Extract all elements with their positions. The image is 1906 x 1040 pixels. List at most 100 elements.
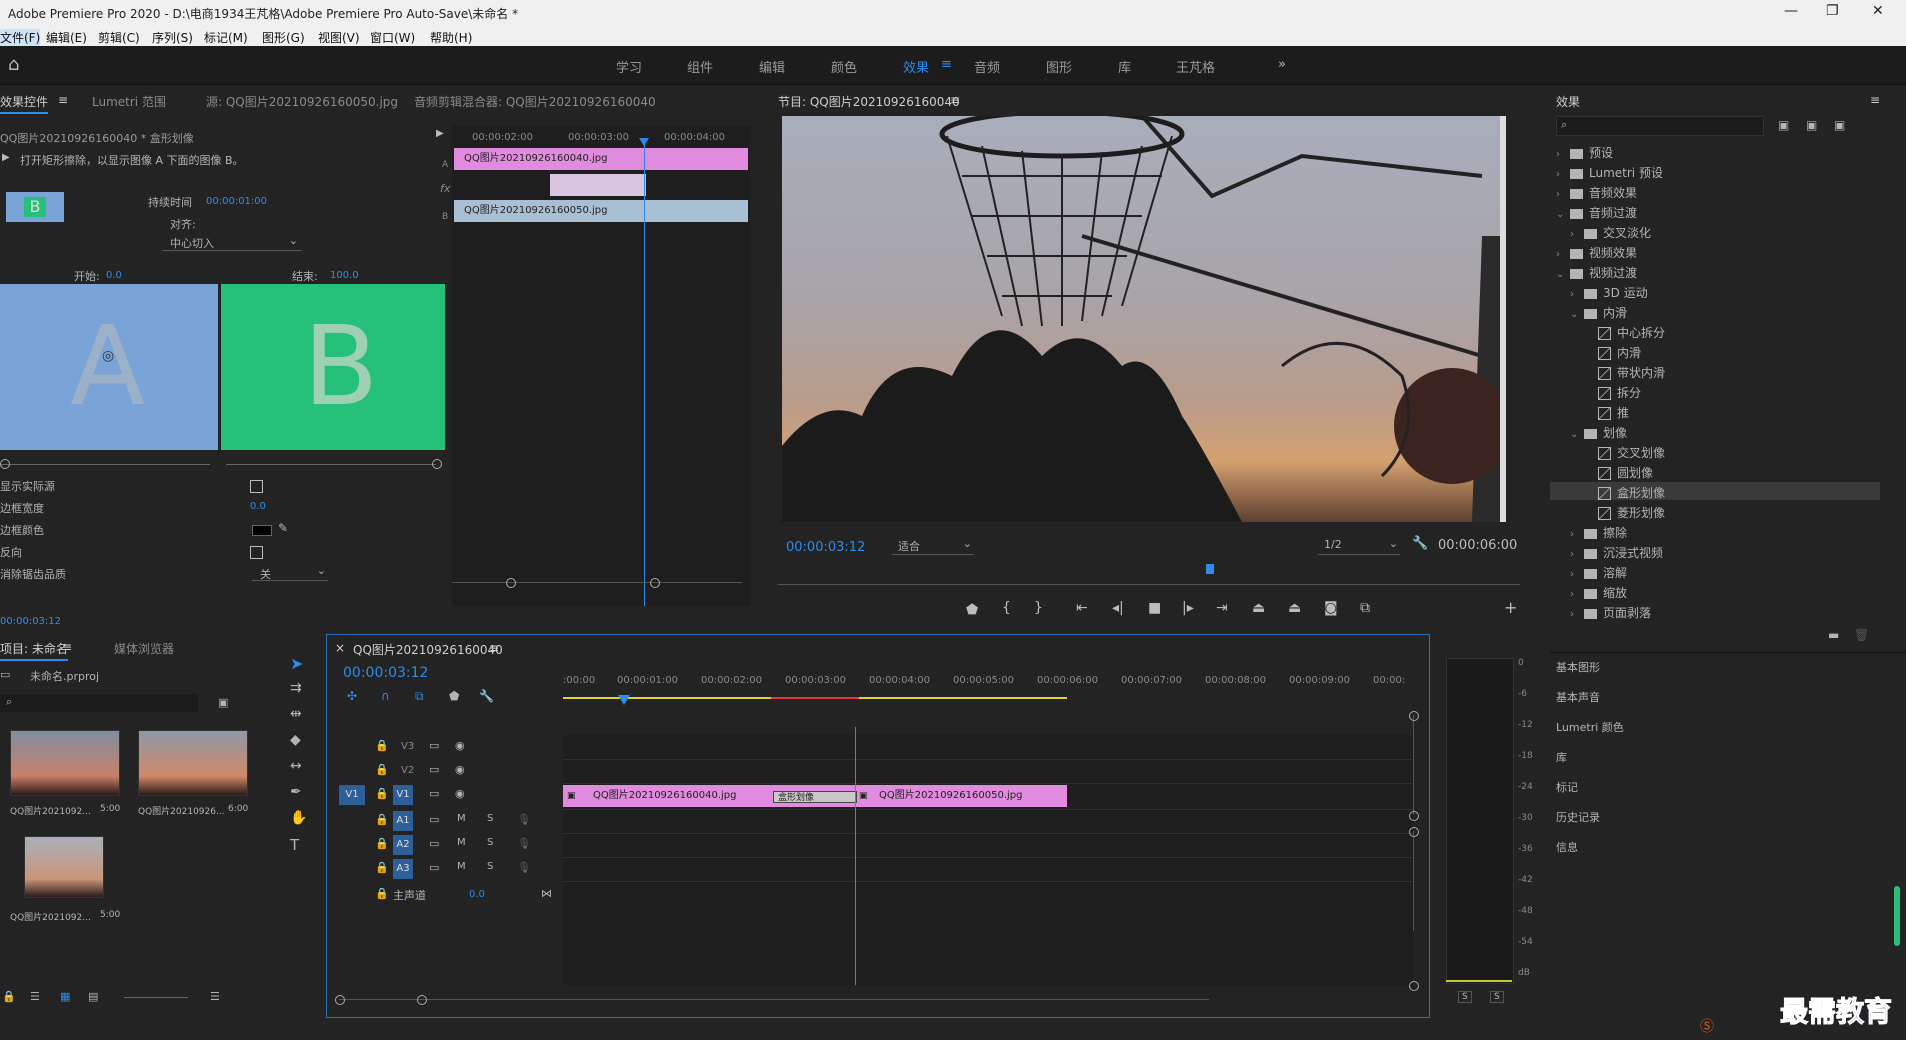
track-a3-button[interactable]: A3: [393, 859, 413, 879]
timeline-close-icon[interactable]: ×: [335, 641, 345, 655]
extract-icon[interactable]: ⏏: [1288, 600, 1301, 616]
effects-tree-item[interactable]: ⌄ 音频过渡: [1550, 202, 1880, 220]
program-title[interactable]: 节目: QQ图片20210926160040: [778, 93, 960, 110]
audio-film-icon[interactable]: ▭: [429, 813, 439, 826]
tab-lumetri-scopes[interactable]: Lumetri 范围: [92, 93, 166, 110]
ws-learn[interactable]: 学习: [616, 57, 642, 76]
lock-icon[interactable]: 🔒: [375, 861, 389, 874]
align-dropdown[interactable]: 中心切入 ⌄: [162, 234, 302, 251]
solo-a2-button[interactable]: S: [487, 837, 493, 848]
timeline-menu-icon[interactable]: ≡: [489, 641, 499, 655]
menu-clip[interactable]: 剪辑(C): [98, 29, 140, 46]
effects-tree-item[interactable]: 盒形划像: [1550, 482, 1880, 500]
nest-icon[interactable]: ✣: [347, 689, 357, 703]
effects-title[interactable]: 效果: [1556, 93, 1580, 110]
effects-tree-item[interactable]: › Lumetri 预设: [1550, 162, 1880, 180]
effects-tree-item[interactable]: › 3D 运动: [1550, 282, 1880, 300]
effects-tree-item[interactable]: 菱形划像: [1550, 502, 1880, 520]
pen-tool-icon[interactable]: ✒: [290, 784, 302, 800]
timeline-ruler[interactable]: :00:00 00:00:01:00 00:00:02:00 00:00:03:…: [563, 665, 1427, 699]
eye-icon[interactable]: ◉: [455, 787, 465, 800]
tab-media-browser[interactable]: 媒体浏览器: [114, 640, 174, 657]
chevron-down-icon[interactable]: ⌄: [1556, 269, 1570, 280]
solo-a3-button[interactable]: S: [487, 861, 493, 872]
step-back-icon[interactable]: ◂|: [1112, 600, 1124, 616]
menu-help[interactable]: 帮助(H): [430, 29, 472, 46]
stop-icon[interactable]: ■: [1148, 600, 1161, 616]
effects-tree-item[interactable]: › 溶解: [1550, 562, 1880, 580]
chevron-right-icon[interactable]: ›: [1570, 229, 1584, 240]
eyedropper-icon[interactable]: ✎: [278, 521, 288, 535]
effects-search-input[interactable]: ⌕: [1556, 116, 1764, 136]
effects-tree-item[interactable]: ⌄ 划像: [1550, 422, 1880, 440]
tab-source[interactable]: 源: QQ图片20210926160050.jpg: [206, 93, 398, 110]
effects-tree-item[interactable]: 推: [1550, 402, 1880, 420]
menu-edit[interactable]: 编辑(E): [46, 29, 87, 46]
menu-file[interactable]: 文件(F): [0, 29, 41, 46]
film-icon[interactable]: ▭: [429, 763, 439, 776]
play-transition-icon[interactable]: ▶: [2, 152, 10, 163]
audio-film-icon[interactable]: ▭: [429, 837, 439, 850]
ws-custom[interactable]: 王芃格: [1176, 57, 1215, 76]
mini-transition[interactable]: [550, 174, 646, 196]
add-marker-icon[interactable]: ⬟: [966, 602, 978, 618]
chevron-down-icon[interactable]: ⌄: [1556, 209, 1570, 220]
lock-icon[interactable]: 🔒: [375, 763, 389, 776]
effects-tree-item[interactable]: 交叉划像: [1550, 442, 1880, 460]
audio-v-handle-top[interactable]: [1409, 827, 1419, 837]
program-playhead[interactable]: [1206, 564, 1214, 574]
menu-view[interactable]: 视图(V): [318, 29, 360, 46]
slip-tool-icon[interactable]: ↔: [290, 758, 302, 774]
razor-tool-icon[interactable]: ◆: [290, 732, 301, 748]
lock-icon[interactable]: 🔒: [375, 837, 389, 850]
add-button-icon[interactable]: +: [1504, 598, 1517, 617]
accelerated-effects-icon[interactable]: ▣: [1778, 118, 1789, 132]
lock-icon[interactable]: 🔒: [375, 787, 389, 800]
chevron-right-icon[interactable]: ›: [1556, 189, 1570, 200]
end-slider-handle[interactable]: [432, 459, 442, 469]
effects-tree-item[interactable]: › 页面剥落: [1550, 602, 1880, 620]
fit-dropdown[interactable]: 适合 ⌄: [892, 536, 974, 555]
project-menu-icon[interactable]: ≡: [62, 640, 72, 654]
zoom-slider[interactable]: [124, 997, 188, 998]
timeline-playhead[interactable]: [855, 727, 856, 985]
mute-a2-button[interactable]: M: [457, 837, 466, 848]
close-icon[interactable]: ✕: [1872, 3, 1884, 19]
video-v-handle-bottom[interactable]: [1409, 811, 1419, 821]
mini-clip-b[interactable]: QQ图片20210926160050.jpg: [454, 200, 748, 222]
end-value[interactable]: 100.0: [330, 270, 359, 281]
project-search-input[interactable]: ⌕: [0, 694, 198, 712]
chevron-right-icon[interactable]: ›: [1570, 569, 1584, 580]
yuv-effects-icon[interactable]: ▣: [1834, 118, 1845, 132]
32bit-effects-icon[interactable]: ▣: [1806, 118, 1817, 132]
selection-tool-icon[interactable]: ➤: [290, 654, 303, 673]
program-timecode[interactable]: 00:00:03:12: [786, 540, 865, 555]
master-value[interactable]: 0.0: [469, 889, 485, 900]
ws-editing[interactable]: 编辑: [759, 57, 785, 76]
new-bin-icon[interactable]: ▬: [1828, 628, 1839, 642]
start-slider-handle[interactable]: [0, 459, 10, 469]
panel-essential-sound[interactable]: 基本声音: [1556, 689, 1600, 705]
panel-info[interactable]: 信息: [1556, 839, 1578, 855]
track-a2-button[interactable]: A2: [393, 835, 413, 855]
h-scroll-handle-right[interactable]: [417, 995, 427, 1005]
solo-a1-button[interactable]: S: [487, 813, 493, 824]
ripple-edit-tool-icon[interactable]: ⇹: [290, 706, 302, 722]
menu-window[interactable]: 窗口(W): [370, 29, 415, 46]
panel-markers[interactable]: 标记: [1556, 779, 1578, 795]
mini-clip-a[interactable]: QQ图片20210926160040.jpg: [454, 148, 748, 170]
chevron-down-icon[interactable]: ⌄: [1570, 309, 1584, 320]
eye-icon[interactable]: ◉: [455, 763, 465, 776]
track-select-tool-icon[interactable]: ⇉: [290, 680, 302, 696]
film-icon[interactable]: ▭: [429, 739, 439, 752]
project-item-3-thumb[interactable]: [24, 836, 104, 898]
ws-graphics[interactable]: 图形: [1046, 57, 1072, 76]
h-scroll-handle-left[interactable]: [335, 995, 345, 1005]
resolution-dropdown[interactable]: 1/2 ⌄: [1318, 536, 1400, 555]
home-icon[interactable]: ⌂: [8, 54, 19, 75]
ws-effects[interactable]: 效果: [903, 57, 929, 76]
type-tool-icon[interactable]: T: [290, 836, 299, 854]
timeline-timecode[interactable]: 00:00:03:12: [343, 665, 428, 681]
tab-audio-clip-mixer[interactable]: 音频剪辑混合器: QQ图片20210926160040: [414, 93, 656, 110]
preview-a[interactable]: A ◎: [0, 284, 218, 450]
